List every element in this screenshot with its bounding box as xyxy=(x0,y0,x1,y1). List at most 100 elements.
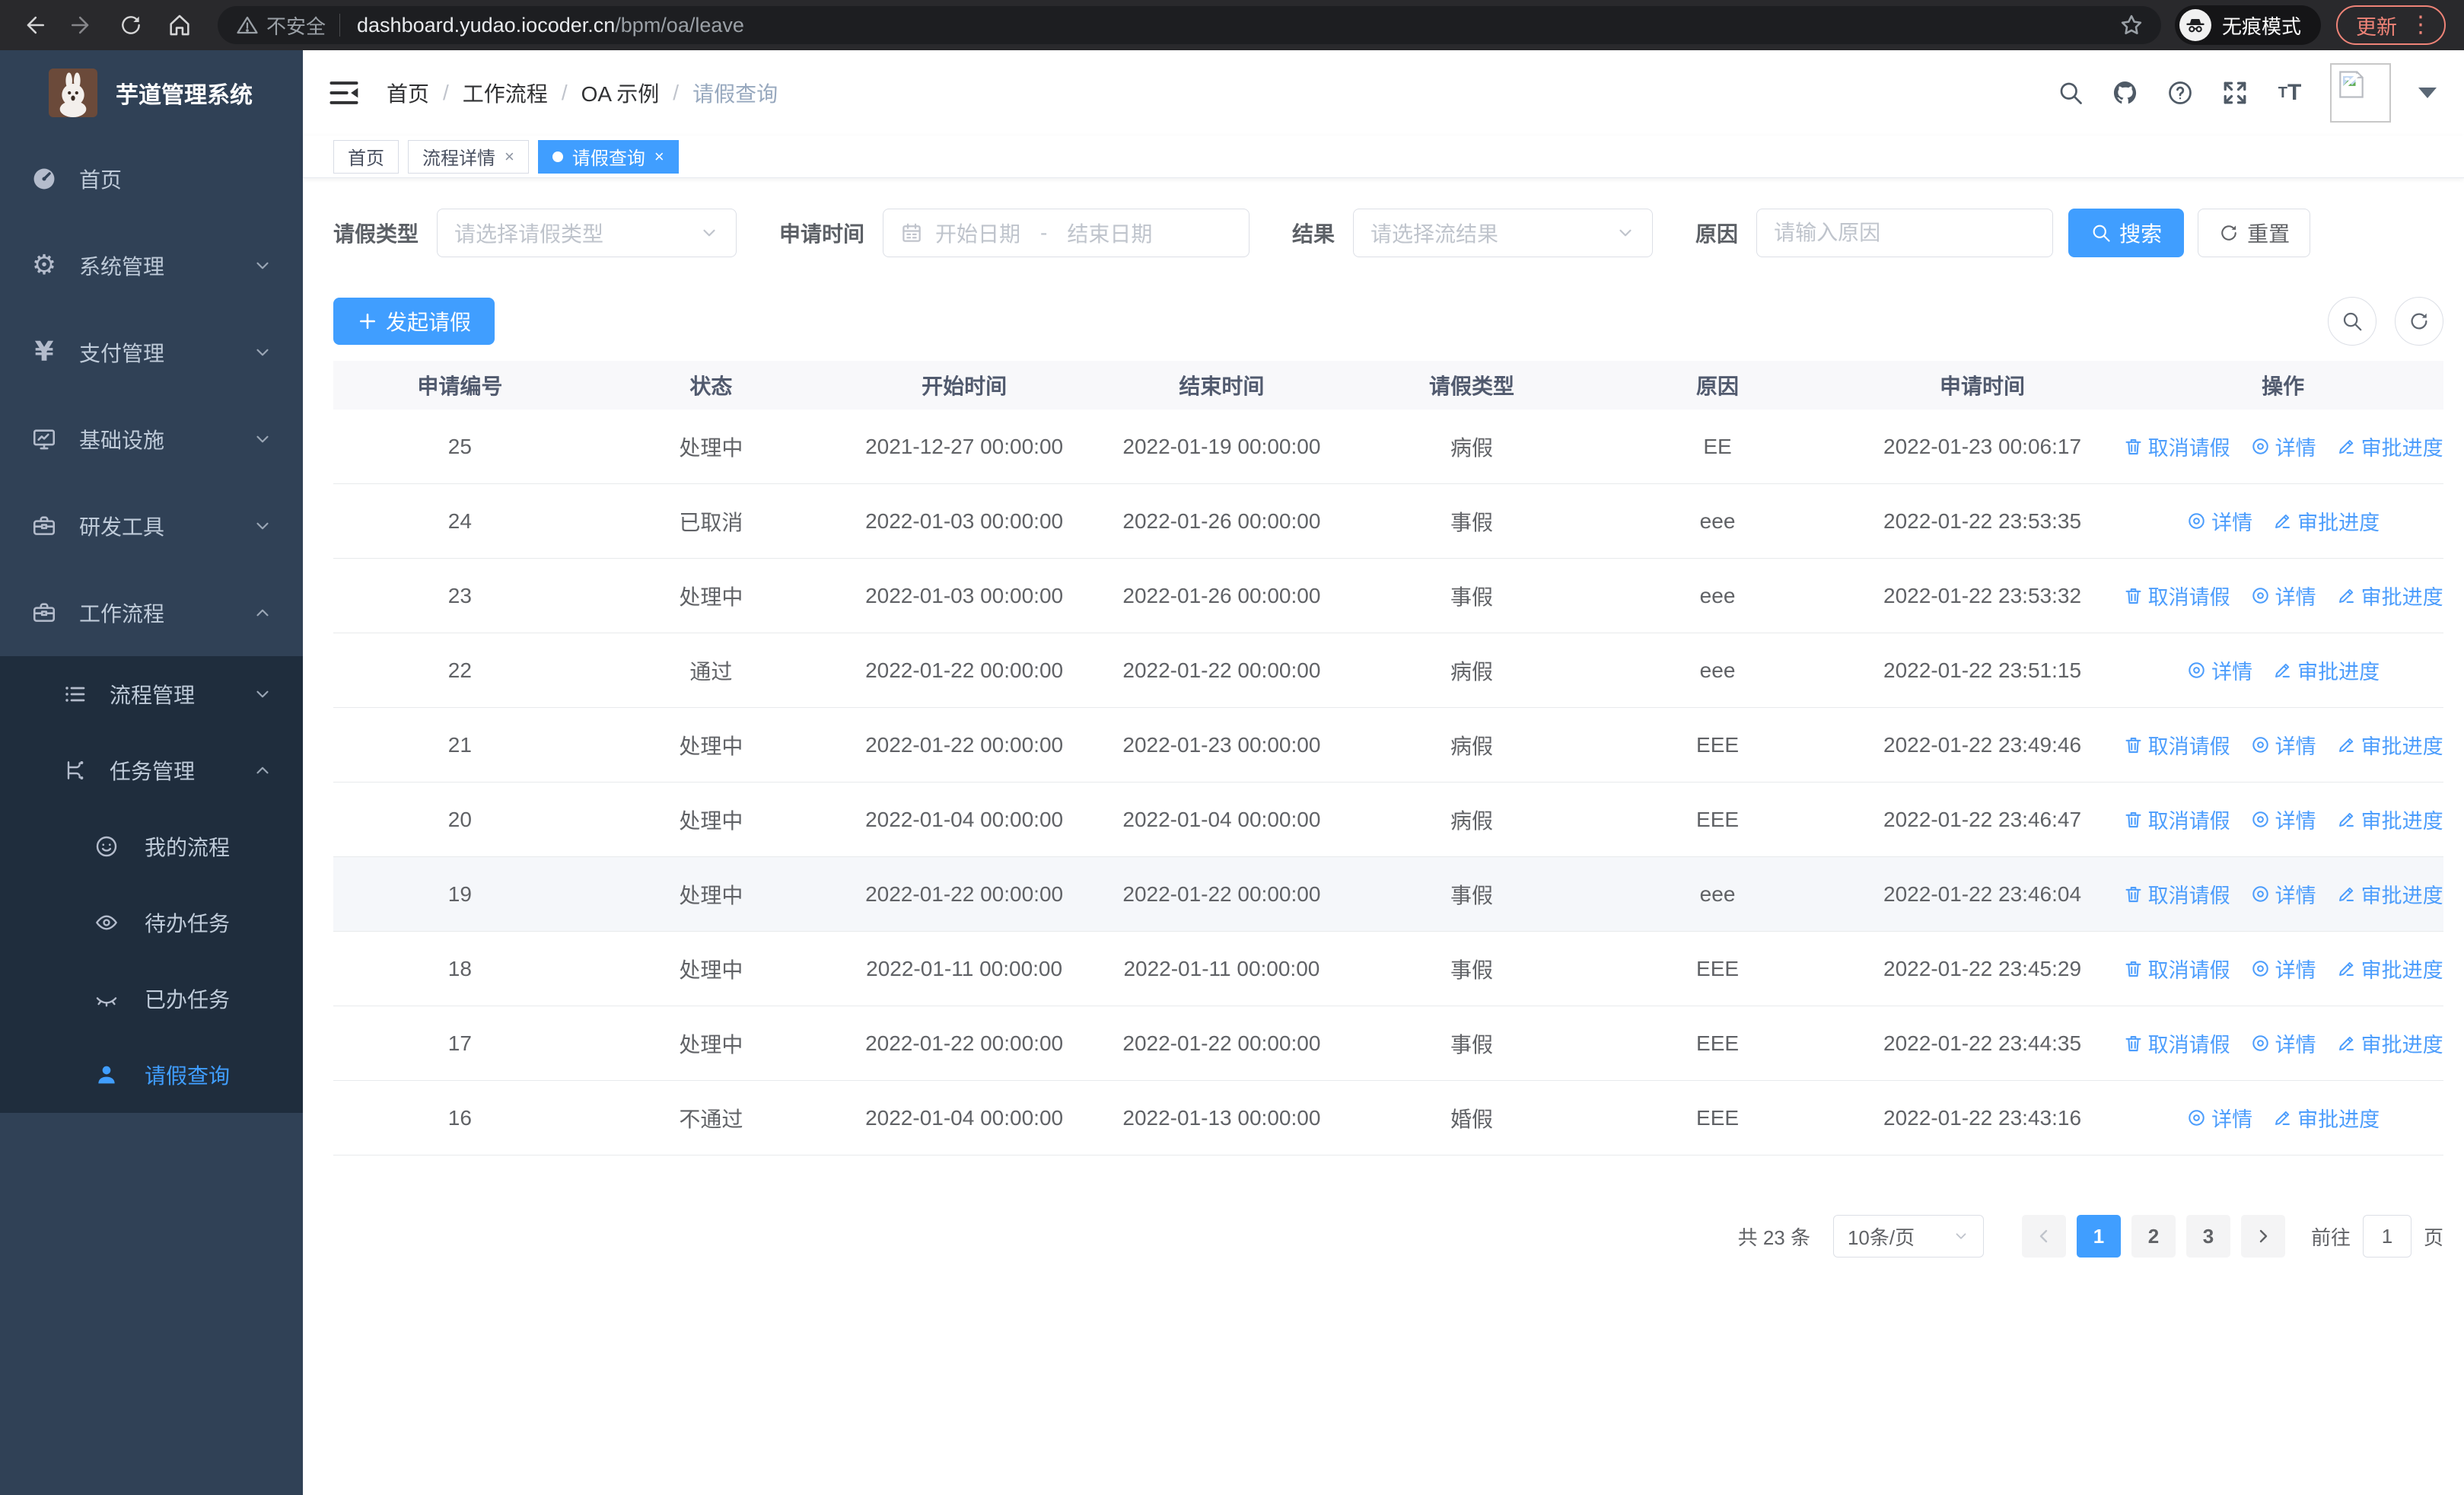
reason-label: 原因 xyxy=(1695,222,1739,246)
sidebar-item-home[interactable]: 首页 xyxy=(0,135,303,222)
start-date-input[interactable]: 开始日期 xyxy=(935,218,1020,248)
cancel-leave-link[interactable]: 取消请假 xyxy=(2123,954,2230,983)
avatar[interactable] xyxy=(2330,63,2391,123)
cell-start-time: 2022-01-03 00:00:00 xyxy=(865,583,1064,607)
approval-progress-link[interactable]: 审批进度 xyxy=(2336,805,2443,834)
detail-link[interactable]: 详情 xyxy=(2186,655,2252,685)
result-select[interactable]: 请选择流结果 xyxy=(1353,209,1654,257)
monitor-icon xyxy=(30,426,58,453)
search-icon[interactable] xyxy=(2056,78,2085,107)
sidebar-item-my-processes[interactable]: 我的流程 xyxy=(0,808,303,885)
detail-link[interactable]: 详情 xyxy=(2250,805,2316,834)
browser-home-icon[interactable] xyxy=(164,10,195,40)
approval-progress-link[interactable]: 审批进度 xyxy=(2272,655,2380,685)
approval-progress-link[interactable]: 审批进度 xyxy=(2336,879,2443,909)
cell-apply-time: 2022-01-22 23:46:47 xyxy=(1883,807,2082,831)
approval-progress-link[interactable]: 审批进度 xyxy=(2336,432,2443,461)
create-leave-button[interactable]: 发起请假 xyxy=(333,298,495,345)
cancel-leave-link[interactable]: 取消请假 xyxy=(2123,581,2230,610)
font-size-icon[interactable]: TT xyxy=(2275,78,2304,107)
browser-back-icon[interactable] xyxy=(18,10,49,40)
refresh-table-button[interactable] xyxy=(2395,297,2443,346)
chevron-down-icon[interactable] xyxy=(2418,88,2437,98)
github-icon[interactable] xyxy=(2111,78,2140,107)
app-logo xyxy=(49,69,97,117)
apply-time-range-picker[interactable]: 开始日期 - 结束日期 xyxy=(883,209,1250,257)
sidebar-item-task-management[interactable]: 任务管理 xyxy=(0,732,303,808)
browser-reload-icon[interactable] xyxy=(116,10,146,40)
close-icon[interactable]: × xyxy=(505,147,514,167)
browser-menu-icon[interactable]: ⋮ xyxy=(2409,14,2432,37)
bookmark-star-icon[interactable] xyxy=(2119,12,2144,38)
detail-link[interactable]: 详情 xyxy=(2250,432,2316,461)
sidebar-collapse-icon[interactable] xyxy=(327,76,361,110)
cell-apply-id: 16 xyxy=(447,1105,472,1130)
sidebar-item-todo-tasks[interactable]: 待办任务 xyxy=(0,885,303,961)
workflow-submenu: 流程管理 任务管理 我的流程 待办任务 已办任务 请假查询 xyxy=(0,656,303,1113)
toggle-search-button[interactable] xyxy=(2328,297,2376,346)
browser-forward-icon[interactable] xyxy=(67,10,97,40)
reset-button[interactable]: 重置 xyxy=(2198,209,2311,257)
detail-link[interactable]: 详情 xyxy=(2250,879,2316,909)
sidebar-item-process-management[interactable]: 流程管理 xyxy=(0,656,303,732)
next-page-button[interactable] xyxy=(2240,1215,2285,1258)
cell-reason: eee xyxy=(1699,881,1736,906)
reason-input[interactable] xyxy=(1774,221,2036,245)
tab-process-detail[interactable]: 流程详情 × xyxy=(408,139,529,174)
fullscreen-icon[interactable] xyxy=(2220,78,2249,107)
cancel-leave-link[interactable]: 取消请假 xyxy=(2123,432,2230,461)
cell-apply-time: 2022-01-22 23:44:35 xyxy=(1883,1031,2082,1055)
table-row: 16 不通过 2022-01-04 00:00:00 2022-01-13 00… xyxy=(333,1081,2443,1156)
table-row: 23 处理中 2022-01-03 00:00:00 2022-01-26 00… xyxy=(333,559,2443,633)
chevron-down-icon xyxy=(253,684,272,704)
tab-home[interactable]: 首页 xyxy=(333,139,399,174)
sidebar-item-payment[interactable]: ¥ 支付管理 xyxy=(0,309,303,396)
approval-progress-link[interactable]: 审批进度 xyxy=(2336,1028,2443,1058)
cancel-leave-link[interactable]: 取消请假 xyxy=(2123,879,2230,909)
edit-icon xyxy=(2336,585,2357,606)
search-button[interactable]: 搜索 xyxy=(2068,209,2185,257)
page-button-2[interactable]: 2 xyxy=(2131,1215,2176,1258)
leave-type-select[interactable]: 请选择请假类型 xyxy=(437,209,737,257)
page-button-3[interactable]: 3 xyxy=(2185,1215,2230,1258)
approval-progress-link[interactable]: 审批进度 xyxy=(2272,1103,2380,1133)
page-button-1[interactable]: 1 xyxy=(2076,1215,2121,1258)
goto-page-input[interactable] xyxy=(2362,1215,2411,1258)
sidebar-item-done-tasks[interactable]: 已办任务 xyxy=(0,961,303,1037)
sidebar-item-dev-tools[interactable]: 研发工具 xyxy=(0,483,303,569)
person-icon xyxy=(93,1061,120,1089)
chevron-down-icon xyxy=(699,223,719,243)
prev-page-button[interactable] xyxy=(2021,1215,2066,1258)
cancel-leave-link[interactable]: 取消请假 xyxy=(2123,1028,2230,1058)
detail-link[interactable]: 详情 xyxy=(2250,954,2316,983)
eye-closed-icon xyxy=(93,985,120,1012)
cancel-leave-link[interactable]: 取消请假 xyxy=(2123,805,2230,834)
end-date-input[interactable]: 结束日期 xyxy=(1067,218,1152,248)
help-icon[interactable] xyxy=(2166,78,2195,107)
tab-leave-query[interactable]: 请假查询 × xyxy=(537,139,679,174)
cell-apply-time: 2022-01-22 23:53:35 xyxy=(1883,508,2082,533)
close-icon[interactable]: × xyxy=(654,147,664,167)
table-header-row: 申请编号 状态 开始时间 结束时间 请假类型 原因 申请时间 操作 xyxy=(333,361,2443,410)
approval-progress-link[interactable]: 审批进度 xyxy=(2272,506,2380,536)
detail-link[interactable]: 详情 xyxy=(2250,581,2316,610)
sidebar-item-leave-query[interactable]: 请假查询 xyxy=(0,1037,303,1113)
cancel-leave-link[interactable]: 取消请假 xyxy=(2123,730,2230,760)
detail-link[interactable]: 详情 xyxy=(2250,730,2316,760)
sidebar-item-workflow[interactable]: 工作流程 xyxy=(0,569,303,656)
page-size-select[interactable]: 10条/页 xyxy=(1832,1215,1984,1258)
sidebar-item-infrastructure[interactable]: 基础设施 xyxy=(0,396,303,483)
approval-progress-link[interactable]: 审批进度 xyxy=(2336,954,2443,983)
detail-link[interactable]: 详情 xyxy=(2186,1103,2252,1133)
detail-link[interactable]: 详情 xyxy=(2250,1028,2316,1058)
detail-link[interactable]: 详情 xyxy=(2186,506,2252,536)
table-row: 22 通过 2022-01-22 00:00:00 2022-01-22 00:… xyxy=(333,633,2443,708)
cell-end-time: 2022-01-22 00:00:00 xyxy=(1122,1031,1321,1055)
address-bar[interactable]: 不安全 dashboard.yudao.iocoder.cn/bpm/oa/le… xyxy=(218,6,2161,44)
breadcrumb-home[interactable]: 首页 xyxy=(387,78,429,108)
approval-progress-link[interactable]: 审批进度 xyxy=(2336,730,2443,760)
approval-progress-link[interactable]: 审批进度 xyxy=(2336,581,2443,610)
sidebar-item-system[interactable]: ⚙ 系统管理 xyxy=(0,222,303,309)
table-row: 18 处理中 2022-01-11 00:00:00 2022-01-11 00… xyxy=(333,932,2443,1006)
browser-update-button[interactable]: 更新 ⋮ xyxy=(2336,5,2446,45)
